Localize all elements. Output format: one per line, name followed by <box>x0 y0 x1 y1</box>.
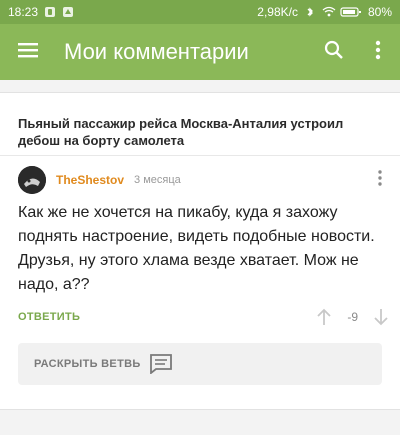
comment-text: Как же не хочется на пикабу, куда я захо… <box>18 204 375 293</box>
comment-icon <box>149 352 173 376</box>
app-bar: Мои комментарии <box>0 24 400 80</box>
arrow-up-icon <box>317 308 331 325</box>
search-button[interactable] <box>312 24 356 80</box>
reply-button[interactable]: ОТВЕТИТЬ <box>18 311 80 323</box>
avatar[interactable] <box>18 166 46 194</box>
wifi-icon <box>322 6 336 18</box>
upvote-button[interactable] <box>315 306 333 328</box>
more-vert-icon <box>375 40 381 65</box>
comment-header: TheShestov 3 месяца <box>18 165 390 195</box>
menu-icon <box>18 42 38 63</box>
battery-percent: 80% <box>367 5 392 19</box>
expand-branch-label: РАСКРЫТЬ ВЕТВЬ <box>34 358 141 370</box>
comment-author[interactable]: TheShestov <box>56 173 124 187</box>
status-bar: 18:23 2,98K/c 80% <box>0 0 400 24</box>
battery-icon <box>340 6 362 18</box>
menu-button[interactable] <box>0 24 56 80</box>
search-icon <box>324 40 344 65</box>
rating-control: -9 <box>315 306 390 328</box>
comment-actions: ОТВЕТИТЬ -9 <box>18 305 390 329</box>
comment-card: Пьяный пассажир рейса Москва-Анталия уст… <box>0 92 400 410</box>
more-vert-icon <box>378 169 382 191</box>
comment-more-button[interactable] <box>370 165 390 195</box>
overflow-menu-button[interactable] <box>356 24 400 80</box>
bluetooth-icon <box>304 6 316 18</box>
post-title[interactable]: Пьяный пассажир рейса Москва-Анталия уст… <box>18 115 388 149</box>
divider <box>0 155 400 156</box>
expand-branch-button[interactable]: РАСКРЫТЬ ВЕТВЬ <box>18 343 382 385</box>
page-title: Мои комментарии <box>64 39 249 64</box>
comment-time: 3 месяца <box>134 174 181 186</box>
app-notification-icon <box>62 6 74 18</box>
arrow-down-icon <box>374 309 388 326</box>
network-speed: 2,98K/c <box>257 5 298 19</box>
shield-icon <box>44 6 56 18</box>
rating-value: -9 <box>347 310 358 324</box>
status-time: 18:23 <box>8 5 39 19</box>
downvote-button[interactable] <box>372 306 390 328</box>
